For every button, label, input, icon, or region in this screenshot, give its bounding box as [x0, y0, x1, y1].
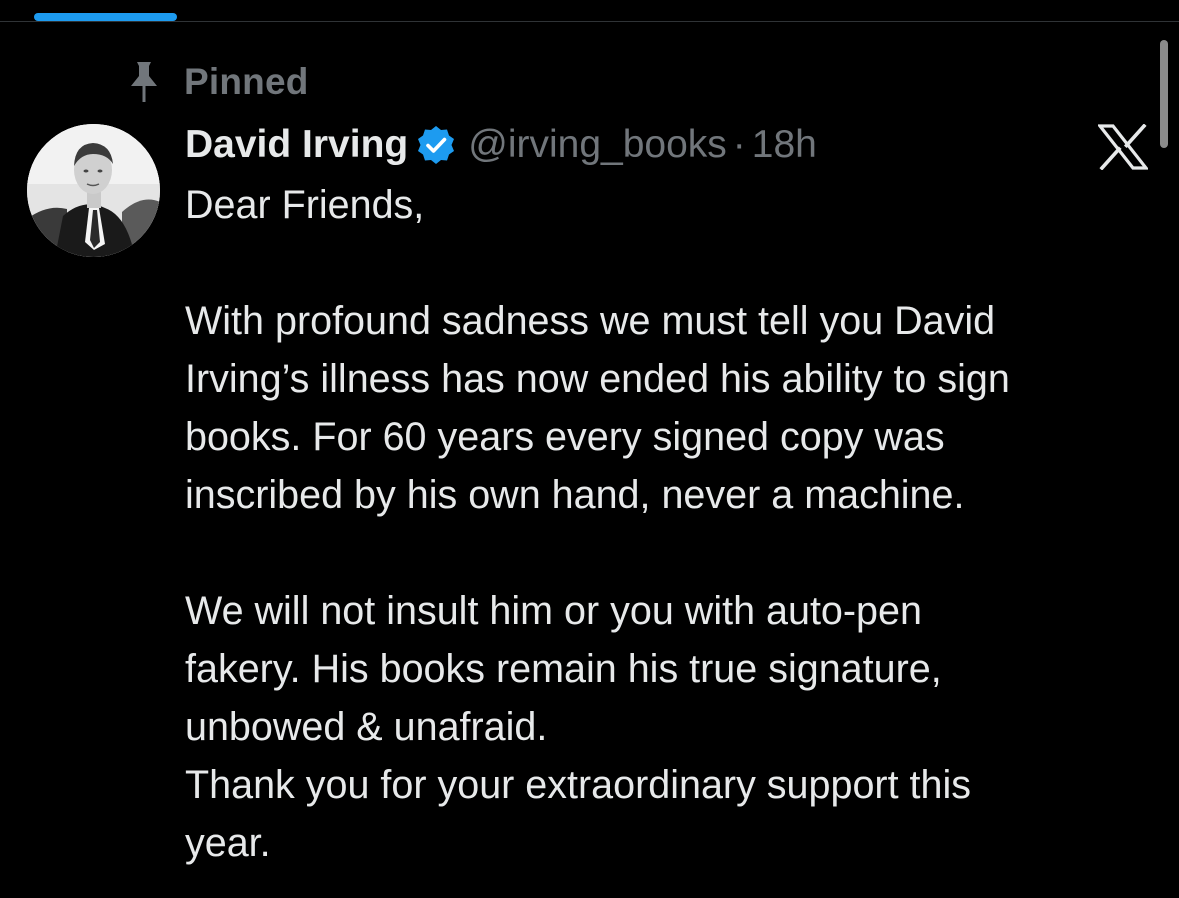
- post-text-line: Thank you for your extraordinary support…: [185, 763, 971, 807]
- post-text-line: year.: [185, 821, 271, 865]
- post-text-line: We will not insult him or you with auto-…: [185, 589, 922, 633]
- pin-icon: [126, 60, 162, 104]
- post-text-line: With profound sadness we must tell you D…: [185, 299, 996, 343]
- post-text-line: books. For 60 years every signed copy wa…: [185, 415, 945, 459]
- post-timestamp[interactable]: 18h: [752, 123, 817, 167]
- top-divider: [0, 21, 1179, 22]
- x-logo-icon: [1096, 120, 1150, 174]
- verified-badge-icon[interactable]: [416, 123, 460, 167]
- post-greeting: Dear Friends,: [185, 183, 425, 227]
- post-text-line: inscribed by his own hand, never a machi…: [185, 473, 965, 517]
- post-header: David Irving @irving_books · 18h: [185, 118, 817, 172]
- post-text-line: unbowed & unafraid.: [185, 705, 548, 749]
- pinned-label: Pinned: [184, 61, 309, 102]
- scrollbar[interactable]: [1160, 40, 1168, 148]
- avatar[interactable]: [27, 124, 160, 257]
- post-text-line: fakery. His books remain his true signat…: [185, 647, 942, 691]
- header-separator: ·: [732, 123, 746, 166]
- active-tab-indicator: [34, 13, 177, 21]
- post-text-line: Irving’s illness has now ended his abili…: [185, 357, 1010, 401]
- author-handle[interactable]: @irving_books: [468, 123, 727, 167]
- pinned-indicator: Pinned: [126, 60, 309, 104]
- author-display-name[interactable]: David Irving: [185, 123, 408, 167]
- post-text: Dear Friends, With profound sadness we m…: [185, 176, 1145, 872]
